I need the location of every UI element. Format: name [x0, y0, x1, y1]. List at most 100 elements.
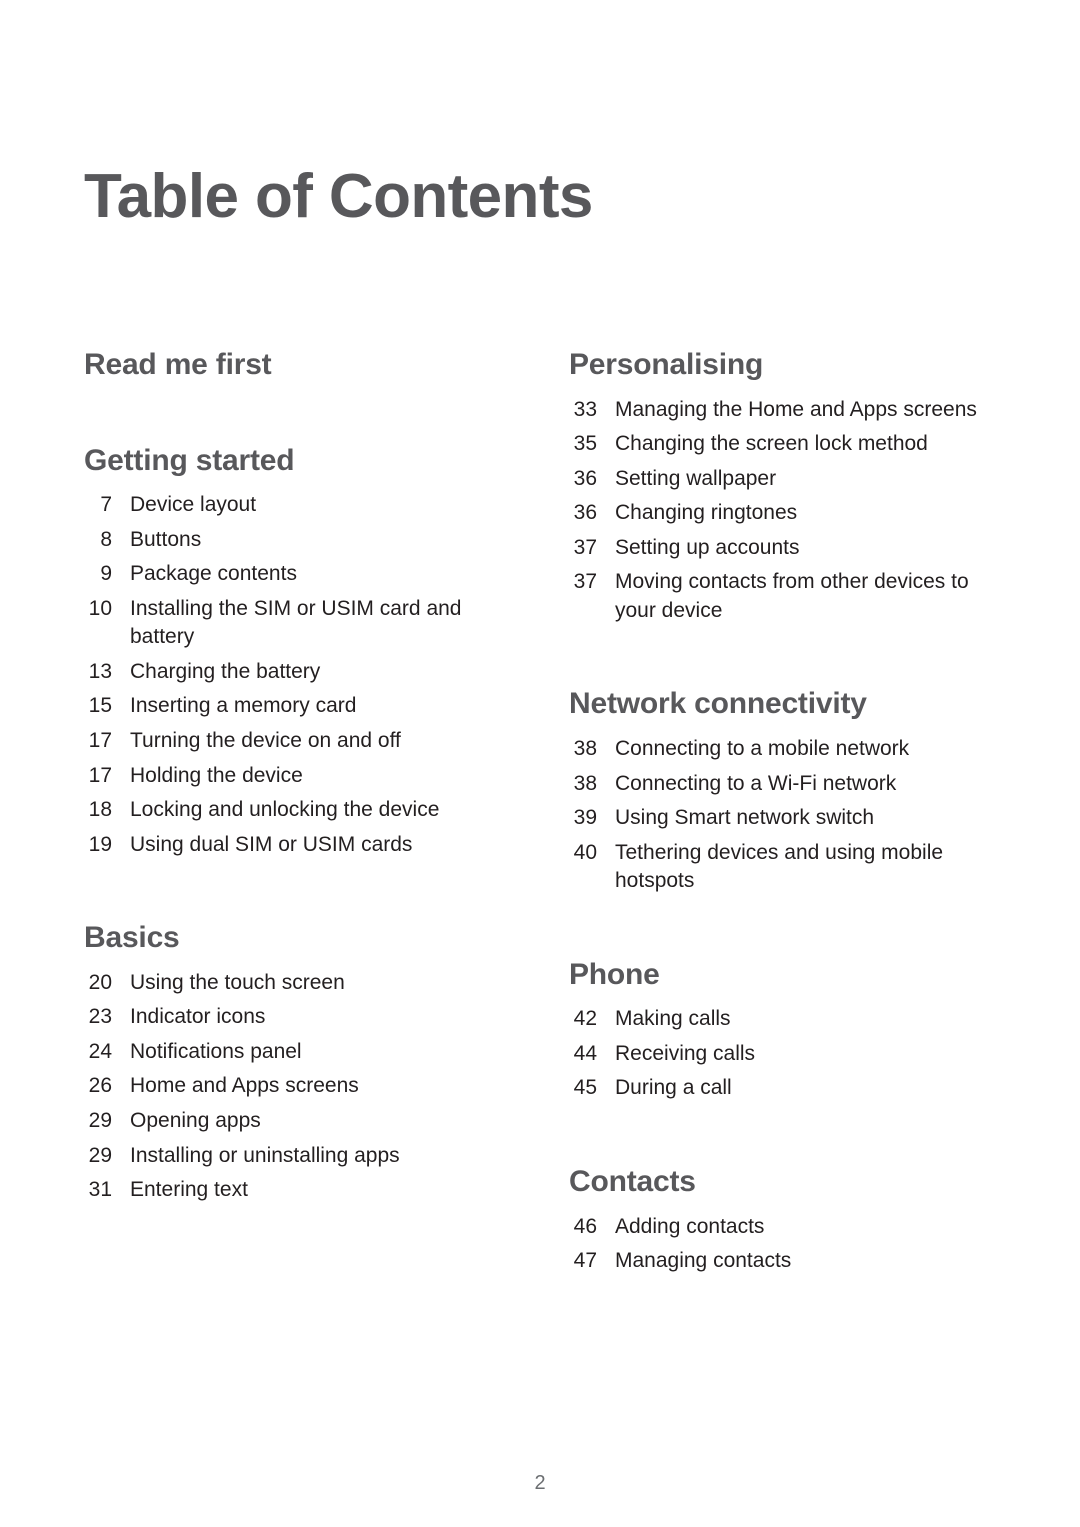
toc-entry-title: Holding the device	[130, 763, 303, 787]
toc-entry-page: 19	[88, 832, 112, 856]
toc-entry-page: 15	[88, 694, 112, 718]
toc-columns: Read me first Getting started 7 Device layo…	[84, 348, 996, 1276]
toc-entry-page: 8	[100, 527, 112, 551]
toc-entry[interactable]: 45 During a call	[569, 1074, 996, 1103]
toc-entry-title: Using Smart network switch	[615, 806, 875, 830]
toc-entry-page: 39	[573, 806, 597, 830]
toc-entry-title: Moving contacts from other devices to yo…	[615, 570, 969, 622]
toc-entry-page: 7	[100, 493, 112, 517]
toc-entry-page: 37	[573, 535, 597, 559]
toc-entry-title: Managing contacts	[615, 1249, 792, 1273]
toc-entry-page: 45	[573, 1076, 597, 1100]
toc-entry-list: 38 Connecting to a mobile network 38 Connec…	[569, 735, 996, 896]
toc-entry[interactable]: 10 Installing the SIM or USIM card and ba…	[84, 595, 511, 652]
toc-entry-title: During a call	[615, 1076, 732, 1100]
toc-entry-title: Tethering devices and using mobile hotsp…	[615, 840, 944, 893]
toc-entry-list: 7 Device layout 8 Buttons 9 Package contents 1…	[84, 491, 511, 859]
toc-entry-page: 35	[573, 432, 597, 456]
toc-entry-page: 38	[573, 737, 597, 761]
toc-entry-title: Connecting to a Wi-Fi network	[615, 771, 897, 795]
toc-entry-title: Managing the Home and Apps screens	[615, 397, 977, 421]
section-heading: Personalising	[569, 348, 764, 381]
toc-entry[interactable]: 13 Charging the battery	[84, 658, 511, 687]
toc-entry-list: 46 Adding contacts 47 Managing contacts	[569, 1213, 996, 1276]
toc-entry[interactable]: 29 Opening apps	[84, 1107, 511, 1136]
toc-entry[interactable]: 15 Inserting a memory card	[84, 692, 511, 721]
toc-entry[interactable]: 46 Adding contacts	[569, 1213, 996, 1242]
toc-entry-page: 24	[88, 1039, 112, 1063]
toc-entry-title: Charging the battery	[130, 659, 321, 683]
toc-section: Personalising 33 Managing the Home and App…	[569, 348, 996, 625]
toc-entry-title: Installing or uninstalling apps	[130, 1143, 400, 1167]
toc-entry-list: 33 Managing the Home and Apps screens 35 Ch…	[569, 396, 996, 626]
toc-entry[interactable]: 8 Buttons	[84, 526, 511, 555]
toc-entry-title: Changing the screen lock method	[615, 432, 928, 456]
toc-entry[interactable]: 40 Tethering devices and using mobile hot…	[569, 839, 996, 896]
toc-section: Basics 20 Using the touch screen 23 Indicato…	[84, 921, 511, 1204]
toc-entry-page: 46	[573, 1214, 597, 1238]
toc-entry[interactable]: 26 Home and Apps screens	[84, 1072, 511, 1101]
toc-entry[interactable]: 38 Connecting to a mobile network	[569, 735, 996, 764]
toc-entry-list: 20 Using the touch screen 23 Indicator icon…	[84, 969, 511, 1205]
toc-entry[interactable]: 37 Moving contacts from other devices to …	[569, 568, 996, 625]
toc-entry[interactable]: 7 Device layout	[84, 491, 511, 520]
toc-entry[interactable]: 36 Changing ringtones	[569, 499, 996, 528]
toc-entry[interactable]: 17 Turning the device on and off	[84, 727, 511, 756]
toc-entry-page: 17	[88, 729, 112, 753]
section-heading: Basics	[84, 921, 180, 955]
toc-entry-title: Notifications panel	[130, 1039, 302, 1063]
toc-entry-page: 36	[573, 466, 597, 490]
toc-entry[interactable]: 18 Locking and unlocking the device	[84, 796, 511, 825]
toc-entry[interactable]: 36 Setting wallpaper	[569, 465, 996, 494]
toc-entry[interactable]: 38 Connecting to a Wi-Fi network	[569, 770, 996, 799]
toc-entry[interactable]: 39 Using Smart network switch	[569, 804, 996, 833]
toc-entry[interactable]: 17 Holding the device	[84, 762, 511, 791]
toc-entry-page: 47	[573, 1249, 597, 1273]
toc-entry-page: 38	[573, 771, 597, 795]
toc-entry[interactable]: 33 Managing the Home and Apps screens	[569, 396, 996, 425]
section-heading: Contacts	[569, 1164, 696, 1198]
toc-entry-title: Turning the device on and off	[130, 729, 401, 753]
toc-entry-page: 33	[573, 397, 597, 421]
toc-section: Phone 42 Making calls 44 Receiving calls 45 Du…	[569, 958, 996, 1103]
toc-entry-title: Package contents	[130, 562, 297, 586]
toc-entry-page: 31	[88, 1178, 112, 1202]
toc-entry-page: 37	[573, 570, 597, 594]
toc-entry-page: 17	[88, 763, 112, 787]
toc-entry-title: Home and Apps screens	[130, 1074, 359, 1098]
toc-entry-page: 9	[100, 562, 112, 586]
toc-entry[interactable]: 20 Using the touch screen	[84, 969, 511, 998]
toc-section: Network connectivity 38 Connecting to a mo…	[569, 687, 996, 895]
section-heading: Phone	[569, 957, 660, 991]
toc-entry[interactable]: 35 Changing the screen lock method	[569, 430, 996, 459]
toc-entry-title: Locking and unlocking the device	[130, 798, 440, 822]
toc-section: Getting started 7 Device layout 8 Buttons 9 Pa…	[84, 444, 511, 860]
toc-entry-title: Indicator icons	[130, 1005, 266, 1029]
toc-entry[interactable]: 19 Using dual SIM or USIM cards	[84, 831, 511, 860]
toc-entry[interactable]: 23 Indicator icons	[84, 1003, 511, 1032]
toc-entry[interactable]: 9 Package contents	[84, 560, 511, 589]
toc-entry-title: Installing the SIM or USIM card and batt…	[130, 596, 462, 649]
toc-section: Contacts 46 Adding contacts 47 Managing cont…	[569, 1165, 996, 1276]
toc-entry[interactable]: 42 Making calls	[569, 1005, 996, 1034]
toc-entry[interactable]: 31 Entering text	[84, 1176, 511, 1205]
toc-entry-page: 13	[88, 659, 112, 683]
toc-page: Table of Contents Read me first Getting s…	[0, 0, 1080, 1527]
toc-entry-page: 36	[573, 501, 597, 525]
toc-entry-page: 42	[573, 1007, 597, 1031]
toc-entry-page: 29	[88, 1143, 112, 1167]
toc-entry-title: Using dual SIM or USIM cards	[130, 832, 413, 856]
left-column: Read me first Getting started 7 Device layo…	[84, 348, 511, 1276]
toc-entry-title: Setting up accounts	[615, 535, 800, 559]
toc-entry[interactable]: 44 Receiving calls	[569, 1040, 996, 1069]
toc-entry-title: Device layout	[130, 493, 257, 517]
toc-entry[interactable]: 29 Installing or uninstalling apps	[84, 1142, 511, 1171]
toc-entry[interactable]: 47 Managing contacts	[569, 1247, 996, 1276]
toc-entry-title: Entering text	[130, 1178, 248, 1202]
section-heading: Getting started	[84, 443, 295, 477]
toc-entry[interactable]: 37 Setting up accounts	[569, 534, 996, 563]
toc-entry-page: 23	[88, 1005, 112, 1029]
toc-entry-page: 18	[88, 798, 112, 822]
toc-entry[interactable]: 24 Notifications panel	[84, 1038, 511, 1067]
page-title: Table of Contents	[84, 161, 593, 231]
